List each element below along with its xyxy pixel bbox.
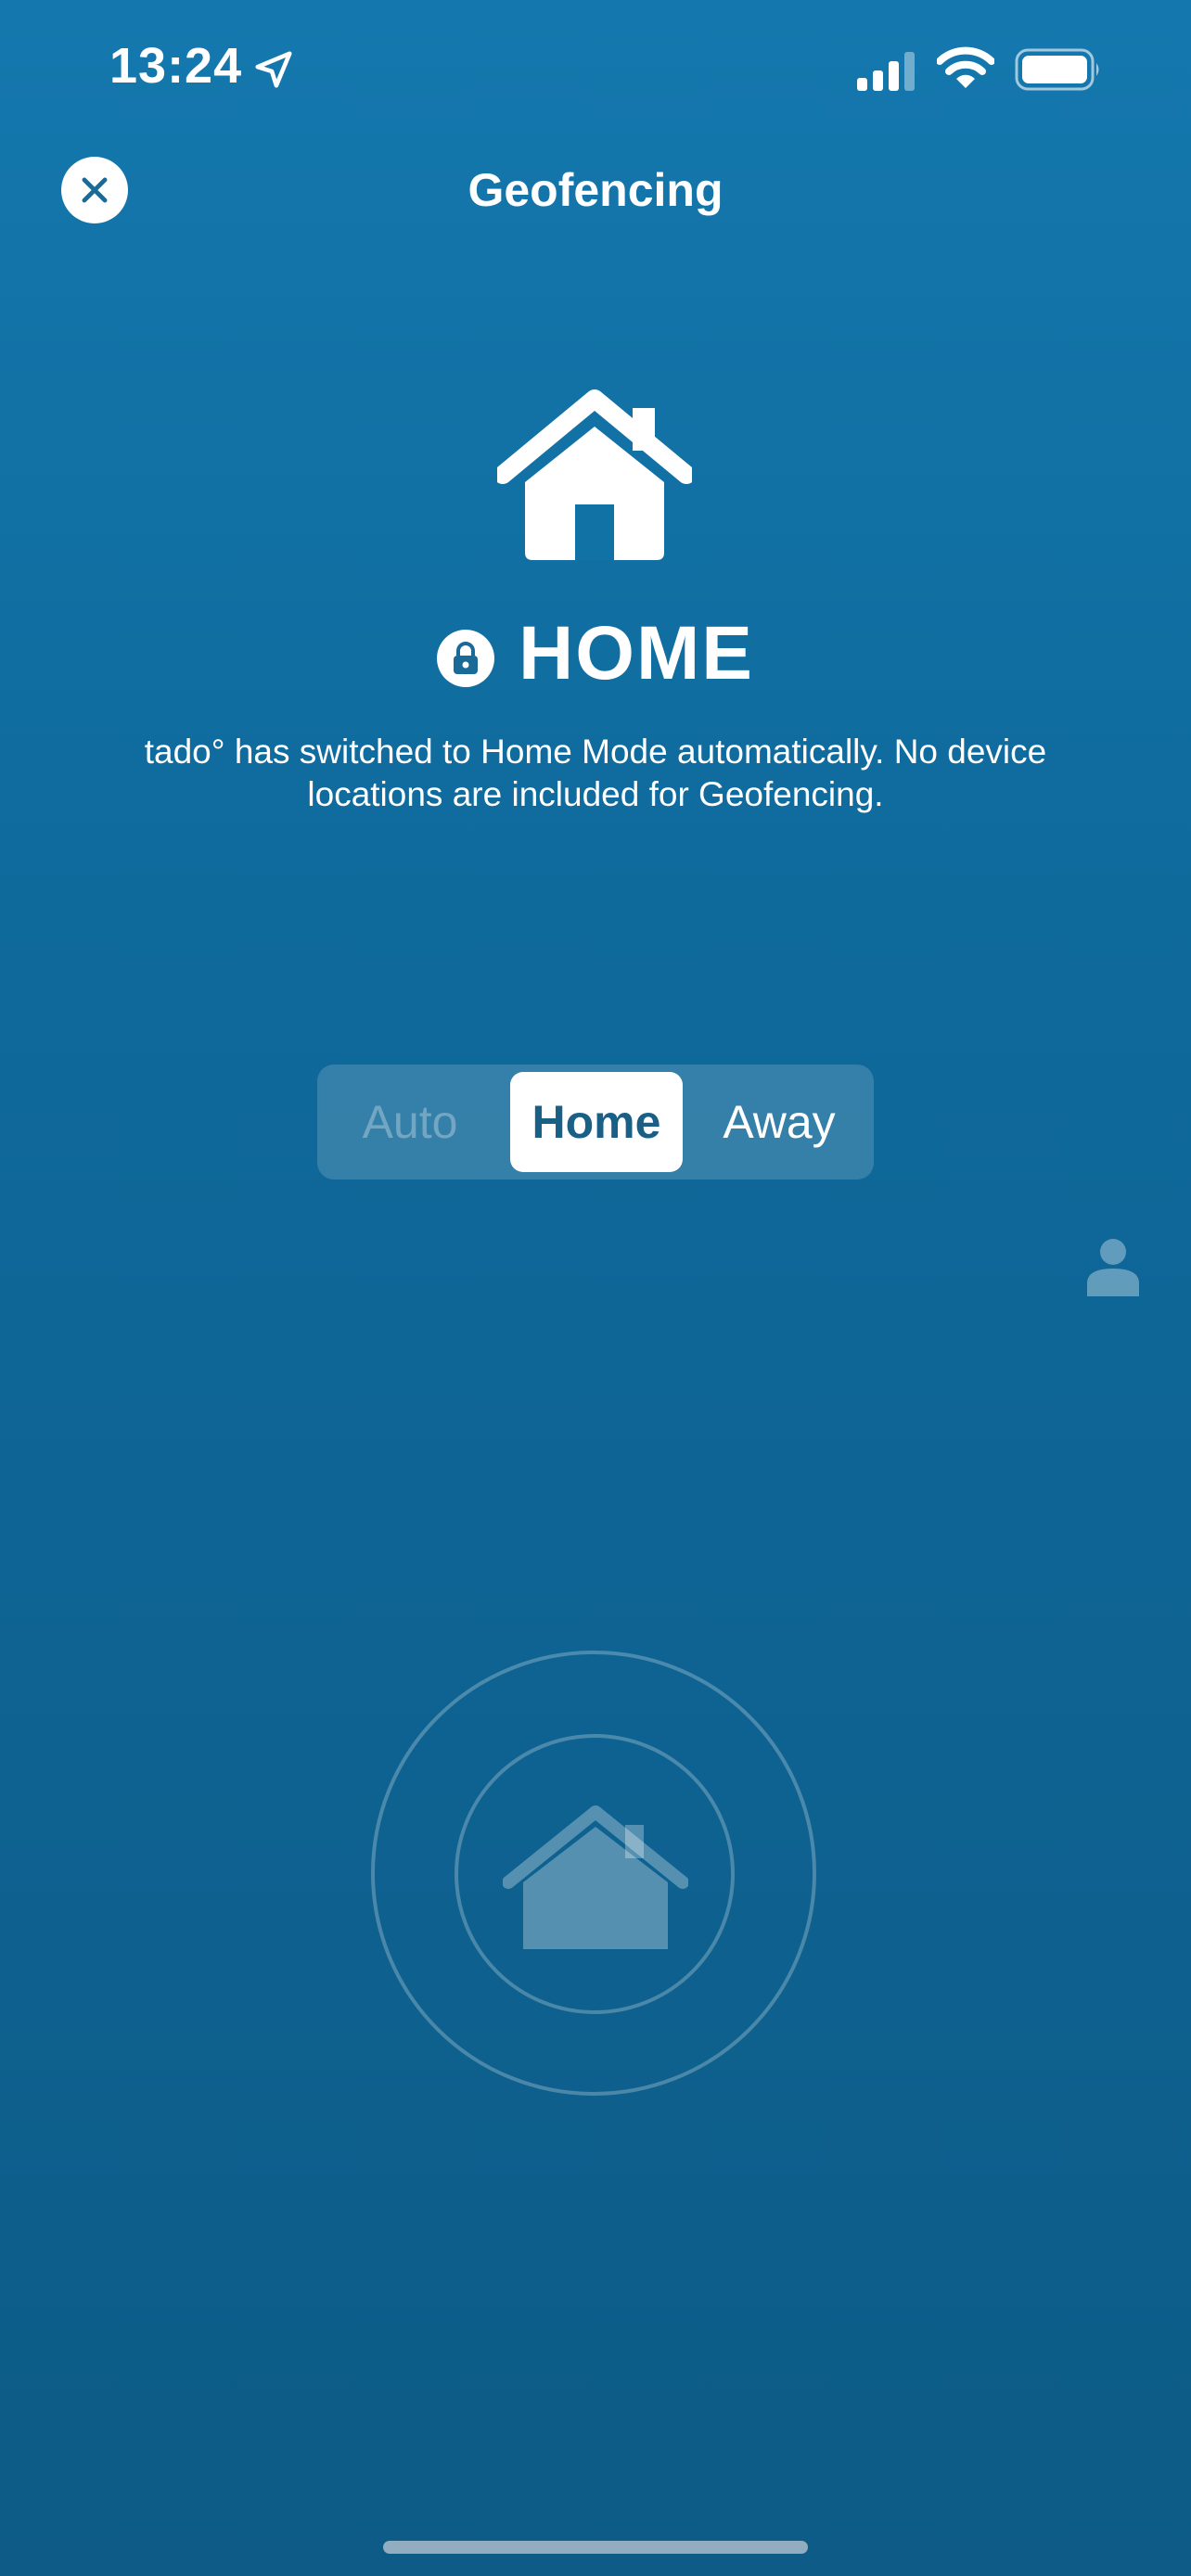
segment-away[interactable]: Away xyxy=(685,1065,874,1180)
battery-icon xyxy=(1015,48,1099,91)
lock-icon xyxy=(437,630,494,687)
segment-home[interactable]: Home xyxy=(510,1072,683,1172)
person-icon xyxy=(1087,1239,1139,1296)
wifi-icon xyxy=(937,46,994,88)
mode-description: tado° has switched to Home Mode automati… xyxy=(144,733,1047,813)
status-time: 13:24 xyxy=(109,38,243,94)
mode-segmented-control: Auto Home Away xyxy=(317,1065,874,1180)
segment-auto[interactable]: Auto xyxy=(317,1065,503,1180)
mode-status: HOME xyxy=(0,603,1191,705)
house-icon xyxy=(497,389,692,560)
cellular-signal-icon xyxy=(857,52,915,91)
location-arrow-icon xyxy=(255,51,292,88)
geofence-house-icon xyxy=(503,1805,688,1949)
geofencing-screen: 13:24 Geofencing HOME tado° has switched… xyxy=(0,0,1191,2576)
home-indicator[interactable] xyxy=(383,2541,808,2554)
page-title: Geofencing xyxy=(467,164,724,216)
mode-label: HOME xyxy=(519,611,754,695)
